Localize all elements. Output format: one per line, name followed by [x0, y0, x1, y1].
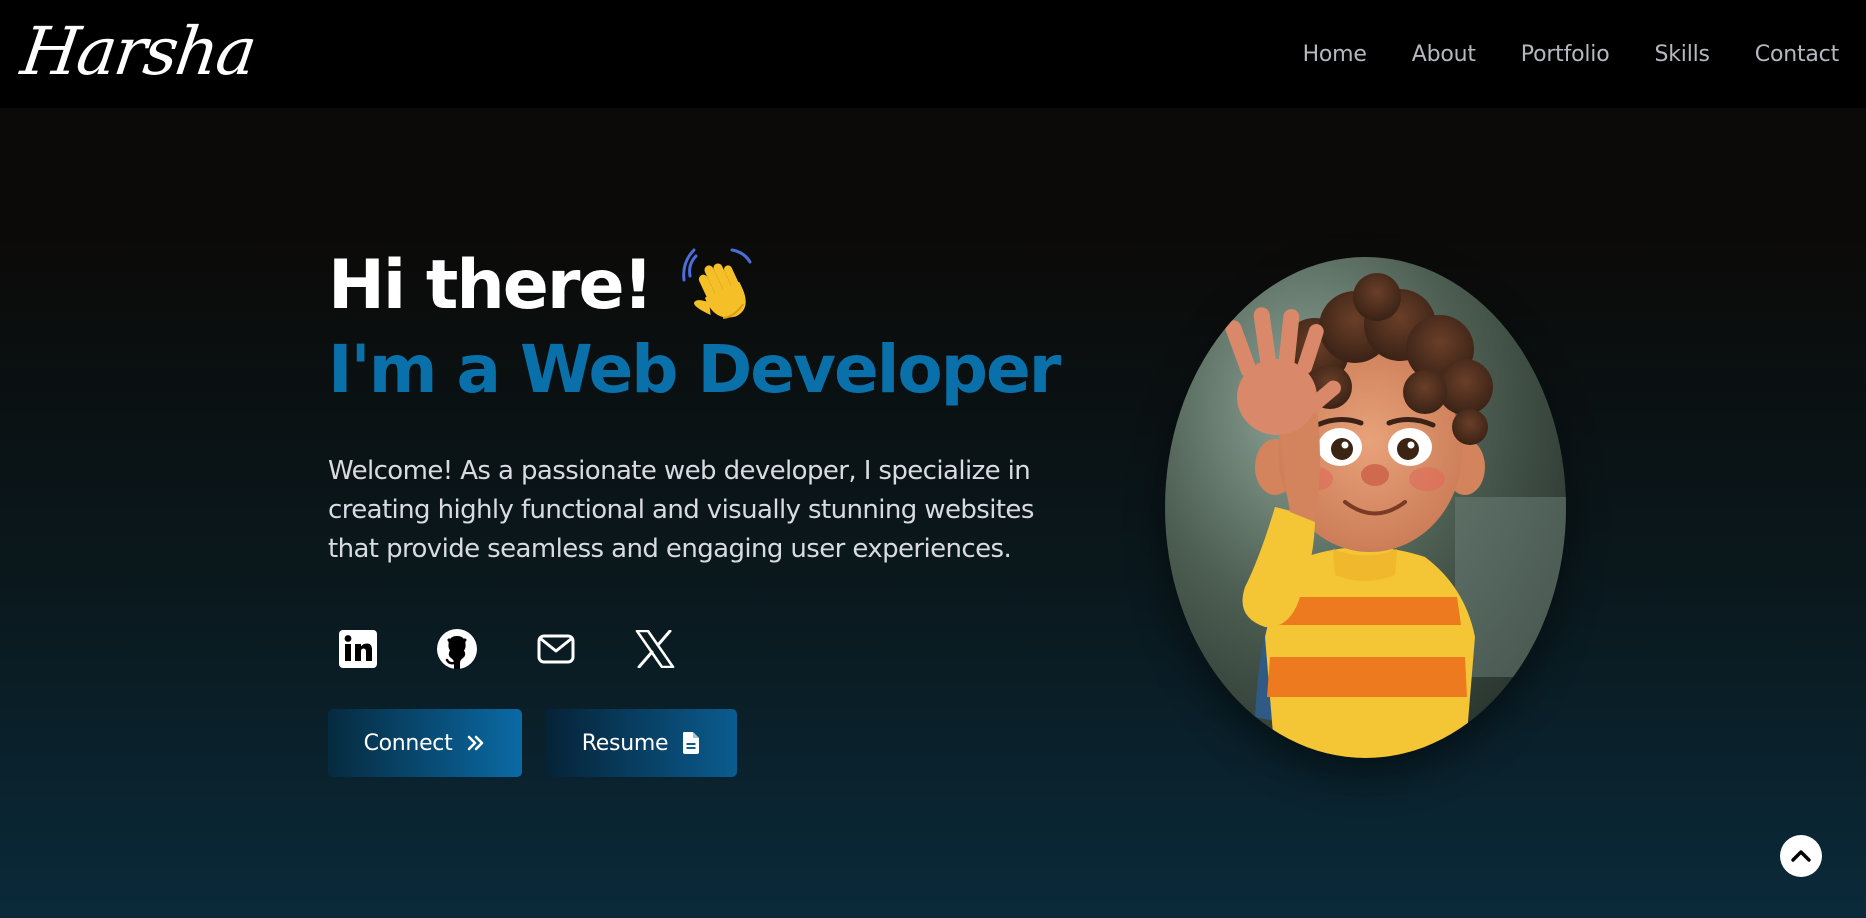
linkedin-link[interactable] — [328, 619, 388, 679]
x-twitter-icon — [635, 630, 675, 668]
hero-buttons: Connect Resume — [328, 709, 1088, 777]
github-icon — [437, 629, 477, 669]
chevron-up-icon — [1791, 850, 1811, 862]
avatar-illustration — [1165, 257, 1566, 758]
nav-item-contact[interactable]: Contact — [1755, 42, 1839, 67]
hero-section: Hi there! I'm a Web Developer Welcome! A… — [328, 240, 1088, 777]
resume-label: Resume — [581, 730, 669, 756]
social-links — [328, 619, 1088, 679]
connect-button[interactable]: Connect — [328, 709, 522, 777]
nav-links: Home About Portfolio Skills Contact — [1258, 42, 1840, 67]
navbar: Harsha Home About Portfolio Skills Conta… — [0, 0, 1866, 108]
double-chevron-right-icon — [466, 733, 486, 753]
email-link[interactable] — [526, 619, 586, 679]
hero-role: I'm a Web Developer — [328, 331, 1061, 408]
nav-item-skills[interactable]: Skills — [1654, 42, 1710, 67]
waving-hand-icon — [681, 246, 760, 324]
greeting-text: Hi there! — [328, 245, 654, 325]
linkedin-icon — [339, 630, 377, 668]
nav-item-home[interactable]: Home — [1303, 42, 1367, 67]
nav-item-portfolio[interactable]: Portfolio — [1521, 42, 1610, 67]
github-link[interactable] — [427, 619, 487, 679]
x-link[interactable] — [625, 619, 685, 679]
resume-button[interactable]: Resume — [545, 709, 737, 777]
nav-item-about[interactable]: About — [1412, 42, 1476, 67]
mail-icon — [537, 634, 575, 664]
hero-greeting: Hi there! — [328, 240, 1088, 330]
brand-logo[interactable]: Harsha — [17, 13, 260, 90]
document-icon — [682, 732, 700, 754]
scroll-to-top-button[interactable] — [1780, 835, 1822, 877]
hero-intro: Welcome! As a passionate web developer, … — [328, 456, 1034, 564]
connect-label: Connect — [363, 730, 453, 756]
